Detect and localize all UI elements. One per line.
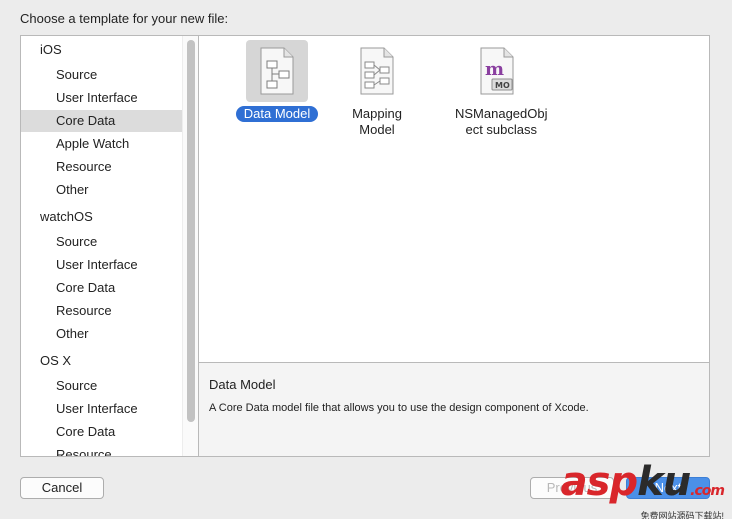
template-label: NSManagedObj ect subclass bbox=[447, 106, 556, 138]
sidebar-item-ios-source[interactable]: Source bbox=[21, 64, 182, 86]
template-chooser-panel: iOS Source User Interface Core Data Appl… bbox=[20, 35, 710, 457]
watermark-tagline: 免费网站源码下载站! bbox=[640, 511, 724, 519]
details-title: Data Model bbox=[209, 377, 276, 392]
platform-watchos: watchOS bbox=[40, 209, 93, 224]
previous-button[interactable]: Previous bbox=[530, 477, 614, 499]
template-details: Data Model A Core Data model file that a… bbox=[199, 363, 709, 456]
dialog-title: Choose a template for your new file: bbox=[20, 11, 229, 26]
template-mapping-model[interactable]: Mapping Model bbox=[327, 36, 427, 138]
sidebar-item-ios-apple-watch[interactable]: Apple Watch bbox=[21, 133, 182, 155]
sidebar-item-osx-user-interface[interactable]: User Interface bbox=[21, 398, 182, 420]
sidebar-item-ios-resource[interactable]: Resource bbox=[21, 156, 182, 178]
sidebar-item-watchos-user-interface[interactable]: User Interface bbox=[21, 254, 182, 276]
sidebar-item-ios-other[interactable]: Other bbox=[21, 179, 182, 201]
next-button[interactable]: Next bbox=[626, 477, 710, 499]
template-label-line2: ect subclass bbox=[465, 122, 538, 137]
svg-text:MO: MO bbox=[495, 81, 510, 90]
sidebar-item-ios-core-data[interactable]: Core Data bbox=[21, 110, 182, 132]
details-description: A Core Data model file that allows you t… bbox=[209, 402, 589, 414]
template-label: Data Model bbox=[235, 106, 319, 122]
template-label-line1: NSManagedObj bbox=[455, 106, 548, 121]
mapping-model-icon bbox=[346, 40, 408, 102]
template-nsmanagedobject-subclass[interactable]: m MO NSManagedObj ect subclass bbox=[447, 36, 548, 138]
sidebar-scrollbar[interactable] bbox=[182, 36, 198, 456]
data-model-icon bbox=[246, 40, 308, 102]
sidebar-item-watchos-source[interactable]: Source bbox=[21, 231, 182, 253]
sidebar-item-watchos-other[interactable]: Other bbox=[21, 323, 182, 345]
template-data-model[interactable]: Data Model bbox=[227, 36, 327, 122]
sidebar-item-watchos-resource[interactable]: Resource bbox=[21, 300, 182, 322]
sidebar-item-osx-core-data[interactable]: Core Data bbox=[21, 421, 182, 443]
template-label: Mapping Model bbox=[352, 106, 402, 137]
sidebar-scrollbar-thumb[interactable] bbox=[187, 40, 195, 422]
template-grid: Data Model Mapping Model m MO NSManagedO… bbox=[199, 36, 709, 362]
managed-object-icon: m MO bbox=[466, 40, 528, 102]
svg-text:m: m bbox=[485, 59, 504, 80]
cancel-button[interactable]: Cancel bbox=[20, 477, 104, 499]
sidebar-item-ios-user-interface[interactable]: User Interface bbox=[21, 87, 182, 109]
sidebar-item-watchos-core-data[interactable]: Core Data bbox=[21, 277, 182, 299]
sidebar-item-osx-resource[interactable]: Resource bbox=[21, 444, 182, 456]
platform-osx: OS X bbox=[40, 353, 72, 368]
platform-sidebar: iOS Source User Interface Core Data Appl… bbox=[21, 36, 198, 456]
sidebar-item-osx-source[interactable]: Source bbox=[21, 375, 182, 397]
platform-ios: iOS bbox=[40, 42, 62, 57]
